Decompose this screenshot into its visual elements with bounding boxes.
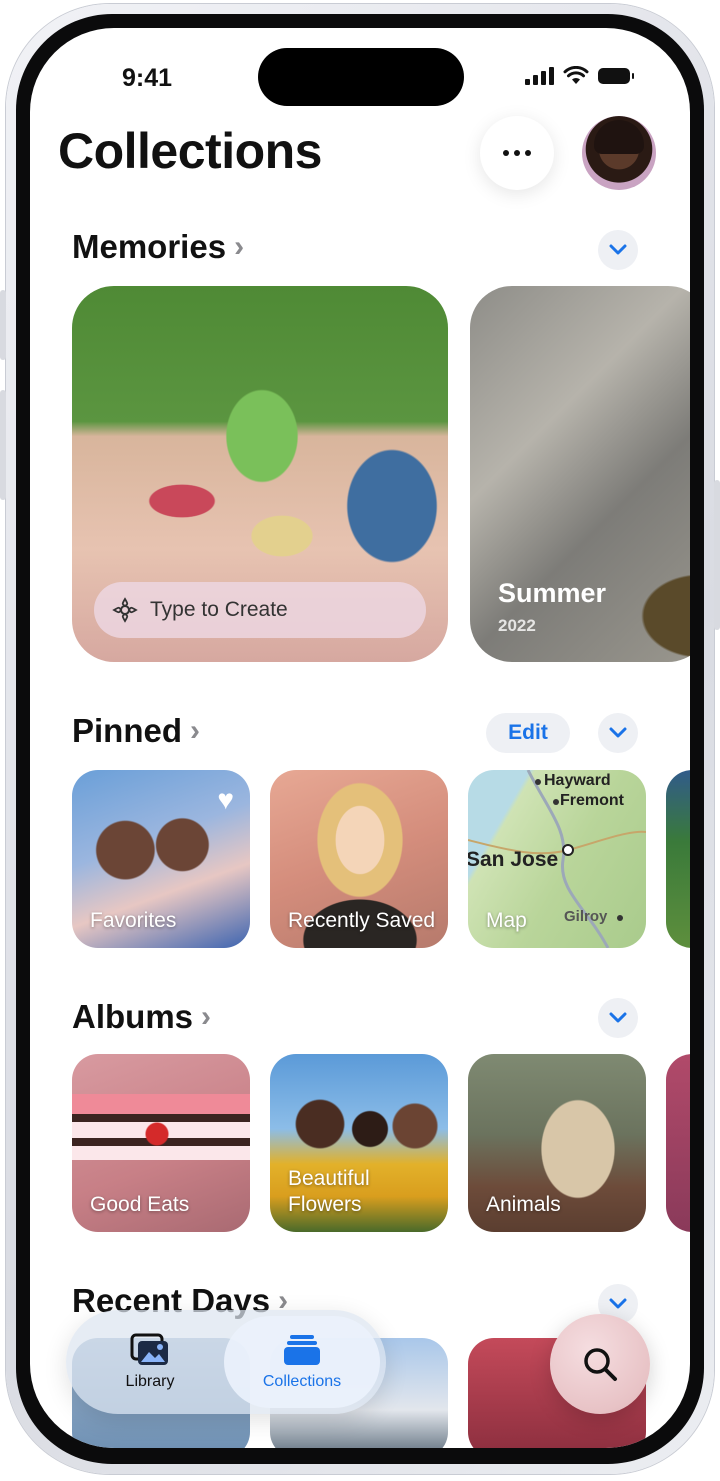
map-place-label: San Jose bbox=[468, 848, 559, 871]
type-to-create-button[interactable]: Type to Create bbox=[94, 582, 426, 638]
more-dot-icon bbox=[514, 150, 520, 156]
search-button[interactable] bbox=[550, 1314, 650, 1414]
memories-collapse-button[interactable] bbox=[598, 230, 638, 270]
collections-stack-icon bbox=[284, 1335, 320, 1365]
wifi-icon bbox=[563, 66, 589, 84]
tile-label: Good Eats bbox=[90, 1193, 190, 1216]
photo-stack-icon bbox=[130, 1333, 168, 1365]
side-button bbox=[714, 480, 720, 630]
chevron-right-icon: › bbox=[201, 1000, 212, 1033]
pinned-tile-recently-saved[interactable]: Recently Saved bbox=[270, 770, 448, 948]
tile-label: Animals bbox=[486, 1193, 561, 1216]
chevron-right-icon: › bbox=[190, 714, 201, 747]
chevron-right-icon: › bbox=[234, 230, 245, 263]
status-icons bbox=[525, 66, 634, 85]
tab-library[interactable]: Library bbox=[72, 1316, 228, 1408]
tab-collections[interactable]: Collections bbox=[224, 1316, 380, 1408]
tab-label: Collections bbox=[262, 1373, 342, 1390]
album-tile-beautiful-flowers[interactable]: Beautiful Flowers bbox=[270, 1054, 448, 1232]
tile-label: Favorites bbox=[90, 909, 177, 932]
album-tile-good-eats[interactable]: Good Eats bbox=[72, 1054, 250, 1232]
battery-icon bbox=[598, 67, 634, 84]
pinned-tile-map[interactable]: Hayward Fremont San Jose Gilroy Map bbox=[468, 770, 646, 948]
albums-title: Albums bbox=[72, 998, 194, 1035]
sparkle-flower-icon bbox=[112, 597, 138, 623]
volume-down-button bbox=[0, 390, 6, 500]
tab-label: Library bbox=[125, 1373, 175, 1390]
cellular-signal-icon bbox=[525, 66, 554, 85]
volume-up-button bbox=[0, 290, 6, 360]
type-to-create-label: Type to Create bbox=[150, 598, 288, 621]
avatar[interactable] bbox=[582, 116, 656, 190]
dynamic-island bbox=[258, 48, 464, 106]
pinned-header[interactable]: Pinned › bbox=[72, 712, 200, 750]
heart-icon: ♥ bbox=[217, 784, 234, 815]
map-place-label: Gilroy bbox=[564, 908, 608, 925]
chevron-down-icon bbox=[609, 1298, 627, 1309]
tab-bar: Library Collections bbox=[66, 1310, 386, 1414]
memory-card-summer[interactable]: Summer 2022 bbox=[470, 286, 690, 662]
more-options-button[interactable] bbox=[480, 116, 554, 190]
pinned-tile-partial[interactable] bbox=[666, 770, 690, 948]
map-place-label: Fremont bbox=[560, 792, 624, 809]
memories-title: Memories bbox=[72, 228, 227, 265]
albums-collapse-button[interactable] bbox=[598, 998, 638, 1038]
chevron-down-icon bbox=[609, 727, 627, 738]
memory-year: 2022 bbox=[498, 616, 536, 635]
edit-pinned-button[interactable]: Edit bbox=[486, 713, 570, 753]
screen: 9:41 Collections Memories › Type to Crea… bbox=[30, 28, 690, 1448]
more-dot-icon bbox=[503, 150, 509, 156]
albums-header[interactable]: Albums › bbox=[72, 998, 211, 1036]
memories-header[interactable]: Memories › bbox=[72, 228, 244, 266]
chevron-down-icon bbox=[609, 244, 627, 255]
chevron-down-icon bbox=[609, 1012, 627, 1023]
status-time: 9:41 bbox=[122, 64, 173, 92]
album-tile-partial[interactable] bbox=[666, 1054, 690, 1232]
tile-label: Map bbox=[486, 909, 527, 932]
search-icon bbox=[584, 1348, 617, 1381]
memory-title: Summer bbox=[498, 578, 607, 608]
pinned-tile-favorites[interactable]: ♥ Favorites bbox=[72, 770, 250, 948]
pinned-collapse-button[interactable] bbox=[598, 713, 638, 753]
tile-label: Beautiful Flowers bbox=[288, 1167, 370, 1216]
pinned-title: Pinned bbox=[72, 712, 183, 749]
map-place-label: Hayward bbox=[544, 772, 611, 789]
memory-card-picnic[interactable]: Type to Create bbox=[72, 286, 448, 662]
more-dot-icon bbox=[525, 150, 531, 156]
album-tile-animals[interactable]: Animals bbox=[468, 1054, 646, 1232]
tile-label: Recently Saved bbox=[288, 909, 436, 932]
page-title: Collections bbox=[58, 123, 322, 179]
